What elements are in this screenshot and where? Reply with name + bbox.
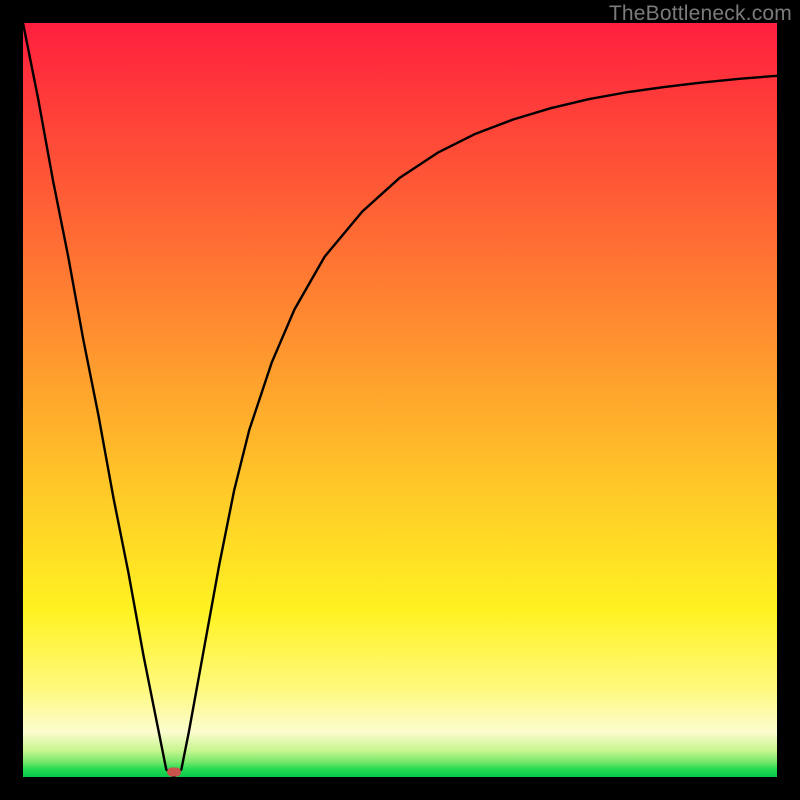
plot-area <box>23 23 777 777</box>
curve-path <box>23 23 777 777</box>
bottleneck-curve <box>23 23 777 777</box>
optimal-point-marker <box>167 767 181 776</box>
chart-stage: TheBottleneck.com <box>0 0 800 800</box>
